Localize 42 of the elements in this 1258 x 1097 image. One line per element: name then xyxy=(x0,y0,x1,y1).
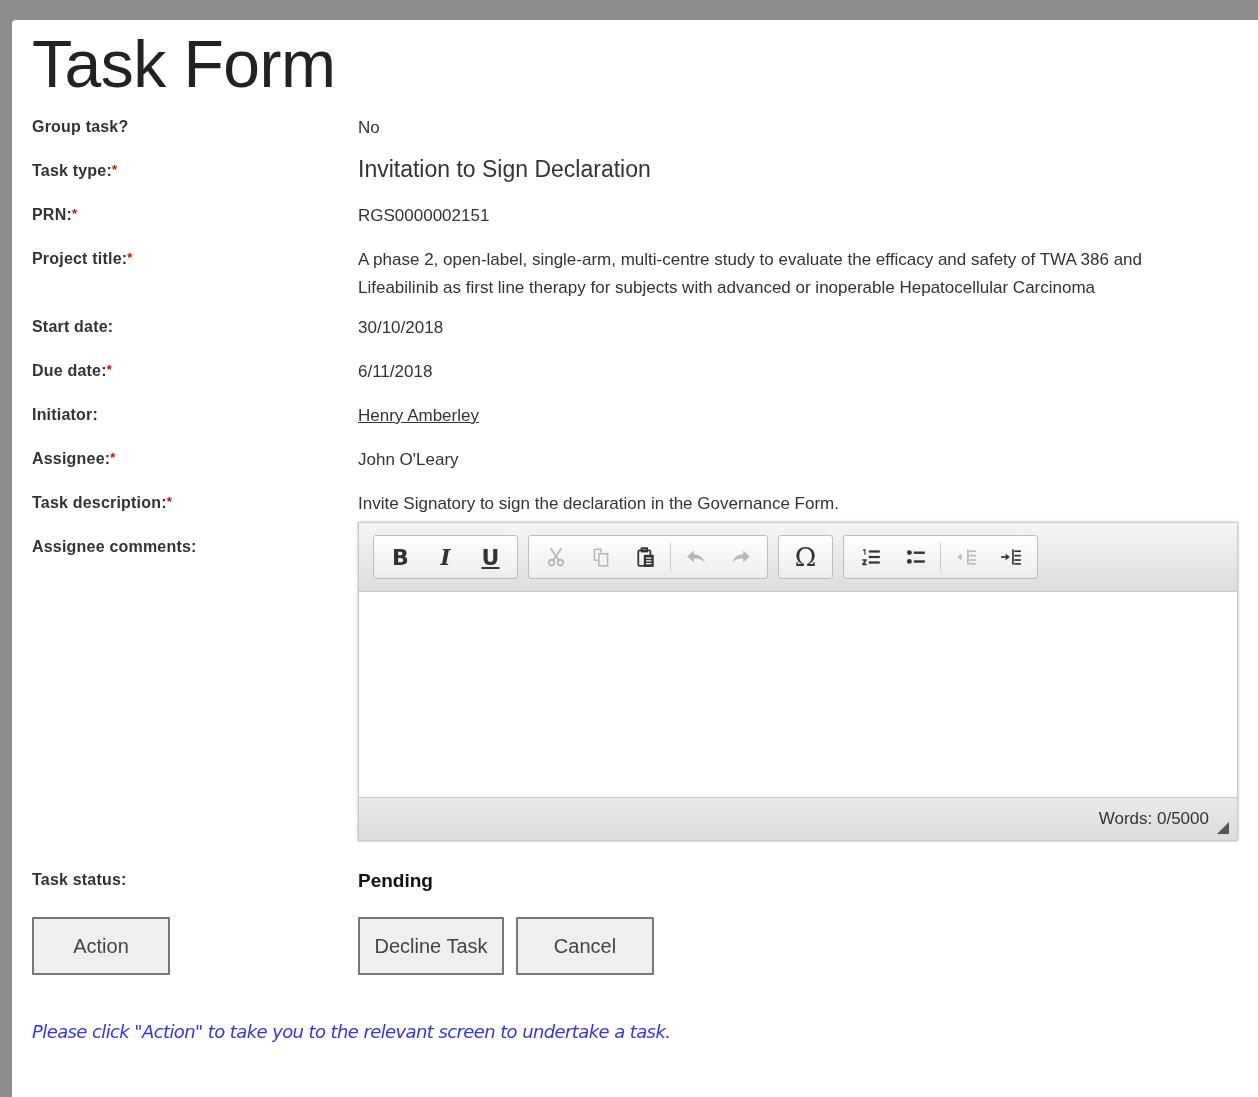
field-value: 6/11/2018 xyxy=(358,361,434,383)
status-value: Pending xyxy=(358,869,434,893)
required-marker: * xyxy=(106,362,112,377)
field-label: Due date: xyxy=(32,362,107,379)
page-title: Task Form xyxy=(32,26,337,102)
italic-button[interactable]: I xyxy=(423,539,468,575)
field-label: Assignee comments: xyxy=(32,538,197,555)
action-button[interactable]: Cancel xyxy=(516,917,654,975)
field-label: Task description: xyxy=(32,494,167,511)
field-label: Task status: xyxy=(32,871,127,888)
action-button[interactable]: Decline Task xyxy=(358,917,504,975)
field-value: A phase 2, open-label, single-arm, multi-centre study to evaluate the efficacy and safety of TWA 386 and Lifeabilinib as first line therapy for subjects with advanced or inoperable Hepatocellular Carcinoma xyxy=(358,249,1144,299)
word-count: Words: 0/5000 xyxy=(1098,808,1209,830)
resize-handle-icon[interactable] xyxy=(1217,822,1229,834)
required-marker: * xyxy=(71,206,78,221)
initiator-link[interactable]: Henry Amberley xyxy=(358,406,479,425)
comment-input[interactable] xyxy=(359,592,1237,797)
numbered-list-icon[interactable] xyxy=(859,546,882,568)
field-label: Group task? xyxy=(32,118,129,135)
field-label: Project title: xyxy=(32,250,128,267)
hint-text: Please click "Action" to take you to the relevant screen to undertake a task. xyxy=(32,1021,672,1042)
required-marker: * xyxy=(127,250,133,265)
field-value: No xyxy=(358,117,381,139)
paste-icon[interactable] xyxy=(634,546,657,568)
field-label: Start date: xyxy=(32,318,114,335)
underline-button[interactable]: U xyxy=(468,539,513,575)
field-value: Invite Signatory to sign the declaration in the Governance Form. xyxy=(358,493,840,515)
field-value: 30/10/2018 xyxy=(358,317,445,339)
field-label: PRN: xyxy=(32,206,72,223)
required-marker: * xyxy=(166,494,172,509)
field-value: John O'Leary xyxy=(358,449,460,471)
field-label: Assignee: xyxy=(32,450,111,467)
field-label: Task type: xyxy=(32,162,112,179)
symbol-button[interactable]: Ω xyxy=(783,539,828,575)
required-marker: * xyxy=(110,450,116,465)
action-button[interactable]: Action xyxy=(32,917,170,975)
field-value: RGS0000002151 xyxy=(358,205,491,227)
bold-button[interactable]: B xyxy=(378,539,423,575)
field-label: Initiator: xyxy=(32,406,98,423)
required-marker: * xyxy=(111,162,118,177)
indent-icon[interactable] xyxy=(999,546,1022,568)
field-value: Invitation to Sign Declaration xyxy=(358,155,652,184)
